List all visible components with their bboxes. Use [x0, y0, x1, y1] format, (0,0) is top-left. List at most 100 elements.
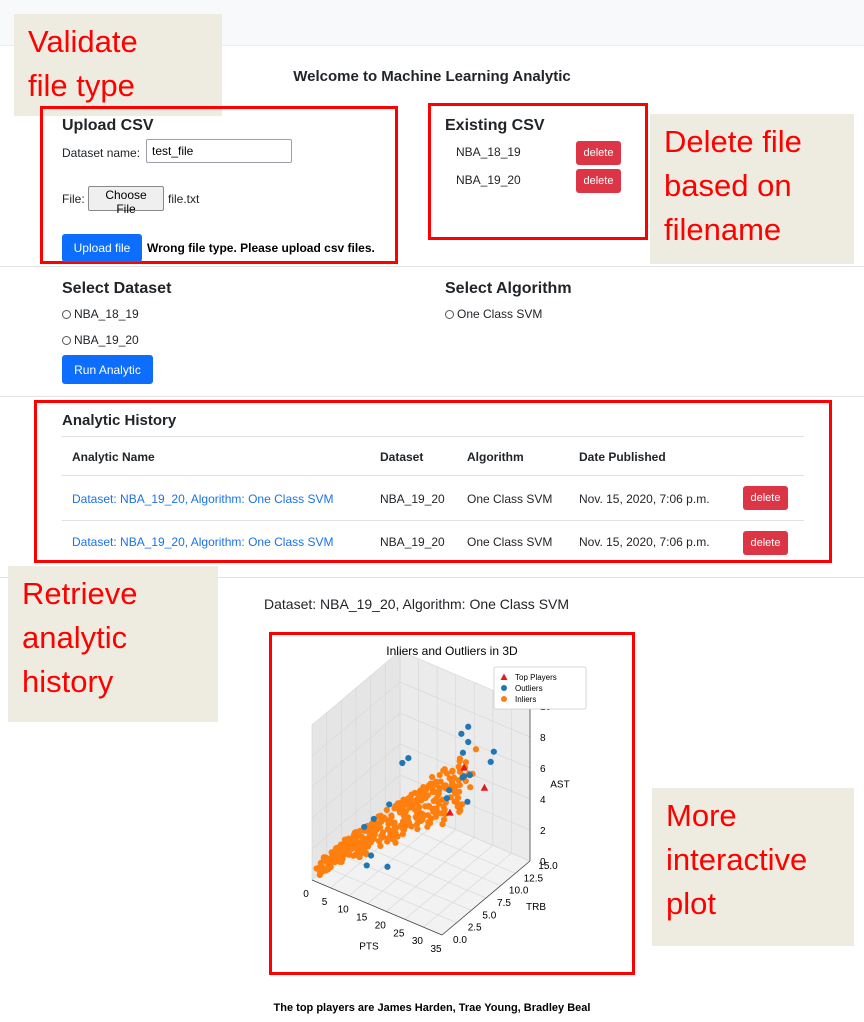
- outlier-point: [465, 738, 472, 746]
- inlier-point: [351, 852, 358, 859]
- outlier-point: [405, 754, 412, 762]
- row-dataset: NBA_19_20: [380, 535, 445, 549]
- inlier-point: [371, 825, 378, 832]
- inlier-point: [331, 858, 339, 866]
- algorithm-option[interactable]: One Class SVM: [445, 307, 542, 321]
- history-heading: Analytic History: [62, 412, 177, 429]
- z-tick-label: 4: [540, 795, 546, 806]
- outlier-point: [459, 774, 466, 781]
- table-row: Dataset: NBA_19_20, Algorithm: One Class…: [0, 521, 864, 566]
- inlier-point: [420, 792, 428, 799]
- existing-file-name: NBA_18_19: [456, 145, 521, 159]
- callout-line: Validate: [28, 24, 138, 59]
- inlier-point: [472, 746, 480, 753]
- inlier-point: [436, 787, 443, 794]
- inlier-point: [425, 803, 433, 810]
- row-dataset: NBA_19_20: [380, 492, 445, 506]
- inlier-point: [326, 862, 333, 869]
- delete-analytic-button[interactable]: delete: [743, 486, 788, 510]
- chart-title: Inliers and Outliers in 3D: [386, 644, 518, 658]
- radio-button[interactable]: [62, 310, 71, 319]
- x-axis-label: PTS: [359, 942, 379, 953]
- y-tick-label: 12.5: [524, 873, 544, 884]
- outlier-point: [487, 758, 494, 765]
- outlier-point: [361, 823, 368, 831]
- callout-delete-file: Delete file based on filename: [650, 114, 854, 264]
- inlier-point: [424, 823, 431, 830]
- legend-marker: [501, 685, 507, 691]
- inlier-point: [378, 832, 385, 840]
- inlier-point: [467, 784, 474, 791]
- outlier-point: [458, 730, 465, 737]
- callout-line: history: [22, 664, 114, 699]
- x-tick-label: 5: [322, 897, 328, 908]
- upload-error-message: Wrong file type. Please upload csv files…: [147, 241, 375, 255]
- delete-analytic-button[interactable]: delete: [743, 531, 788, 555]
- delete-file-button[interactable]: delete: [576, 141, 621, 165]
- outlier-point: [459, 749, 467, 756]
- choose-file-button[interactable]: Choose File: [88, 186, 164, 216]
- z-tick-label: 2: [540, 826, 546, 837]
- inlier-point: [414, 825, 421, 833]
- column-header: Analytic Name: [72, 450, 155, 464]
- existing-heading: Existing CSV: [445, 117, 545, 134]
- radio-button[interactable]: [445, 310, 454, 319]
- row-date: Nov. 15, 2020, 7:06 p.m.: [579, 535, 710, 549]
- dataset-name-input[interactable]: [146, 139, 292, 163]
- scatter-3d-chart[interactable]: 051015202530350.02.55.07.510.012.515.002…: [272, 635, 632, 972]
- inlier-point: [427, 815, 435, 822]
- callout-line: analytic: [22, 620, 128, 655]
- x-tick-label: 25: [393, 928, 405, 939]
- inlier-point: [391, 822, 398, 829]
- select-algorithm-heading: Select Algorithm: [445, 280, 572, 297]
- inlier-point: [404, 817, 412, 824]
- inlier-point: [346, 851, 353, 858]
- z-tick-label: 0: [540, 857, 546, 868]
- legend-label: Top Players: [515, 673, 557, 682]
- legend-label: Inliers: [515, 695, 536, 704]
- outlier-point: [466, 772, 473, 779]
- z-axis-label: AST: [550, 780, 569, 791]
- callout-validate-file-type: Validate file type: [14, 14, 222, 116]
- inlier-point: [440, 816, 448, 823]
- analytic-link[interactable]: Dataset: NBA_19_20, Algorithm: One Class…: [72, 492, 333, 506]
- inlier-point: [440, 767, 447, 774]
- z-tick-label: 8: [540, 733, 546, 744]
- callout-line: Delete file: [664, 124, 802, 159]
- inlier-point: [388, 813, 395, 821]
- analytic-link[interactable]: Dataset: NBA_19_20, Algorithm: One Class…: [72, 535, 333, 549]
- outlier-point: [464, 798, 471, 805]
- inlier-point: [398, 822, 405, 829]
- inlier-point: [449, 768, 456, 775]
- inlier-point: [345, 835, 352, 842]
- outlier-point: [443, 795, 451, 802]
- inlier-point: [456, 805, 463, 812]
- row-algorithm: One Class SVM: [467, 492, 553, 506]
- inlier-point: [414, 790, 421, 797]
- inlier-point: [345, 846, 352, 853]
- callout-line: plot: [666, 886, 716, 921]
- inlier-point: [392, 833, 399, 840]
- delete-file-button[interactable]: delete: [576, 169, 621, 193]
- inlier-point: [354, 845, 361, 852]
- run-analytic-button[interactable]: Run Analytic: [62, 355, 153, 384]
- inlier-point: [351, 829, 358, 836]
- option-label: NBA_19_20: [74, 333, 139, 347]
- callout-line: filename: [664, 212, 782, 247]
- inlier-point: [420, 784, 427, 791]
- inlier-point: [376, 824, 384, 831]
- dataset-option[interactable]: NBA_19_20: [62, 333, 139, 347]
- row-date: Nov. 15, 2020, 7:06 p.m.: [579, 492, 710, 506]
- top-players-summary: The top players are James Harden, Trae Y…: [273, 1002, 591, 1014]
- inlier-point: [392, 839, 399, 846]
- dataset-option[interactable]: NBA_18_19: [62, 307, 139, 321]
- inlier-point: [377, 812, 384, 820]
- outlier-point: [465, 723, 472, 730]
- y-tick-label: 5.0: [482, 910, 496, 921]
- row-algorithm: One Class SVM: [467, 535, 553, 549]
- upload-file-button[interactable]: Upload file: [62, 234, 142, 262]
- radio-button[interactable]: [62, 336, 71, 345]
- existing-file-name: NBA_19_20: [456, 173, 521, 187]
- y-axis-label: TRB: [526, 902, 546, 913]
- upload-heading: Upload CSV: [62, 117, 154, 134]
